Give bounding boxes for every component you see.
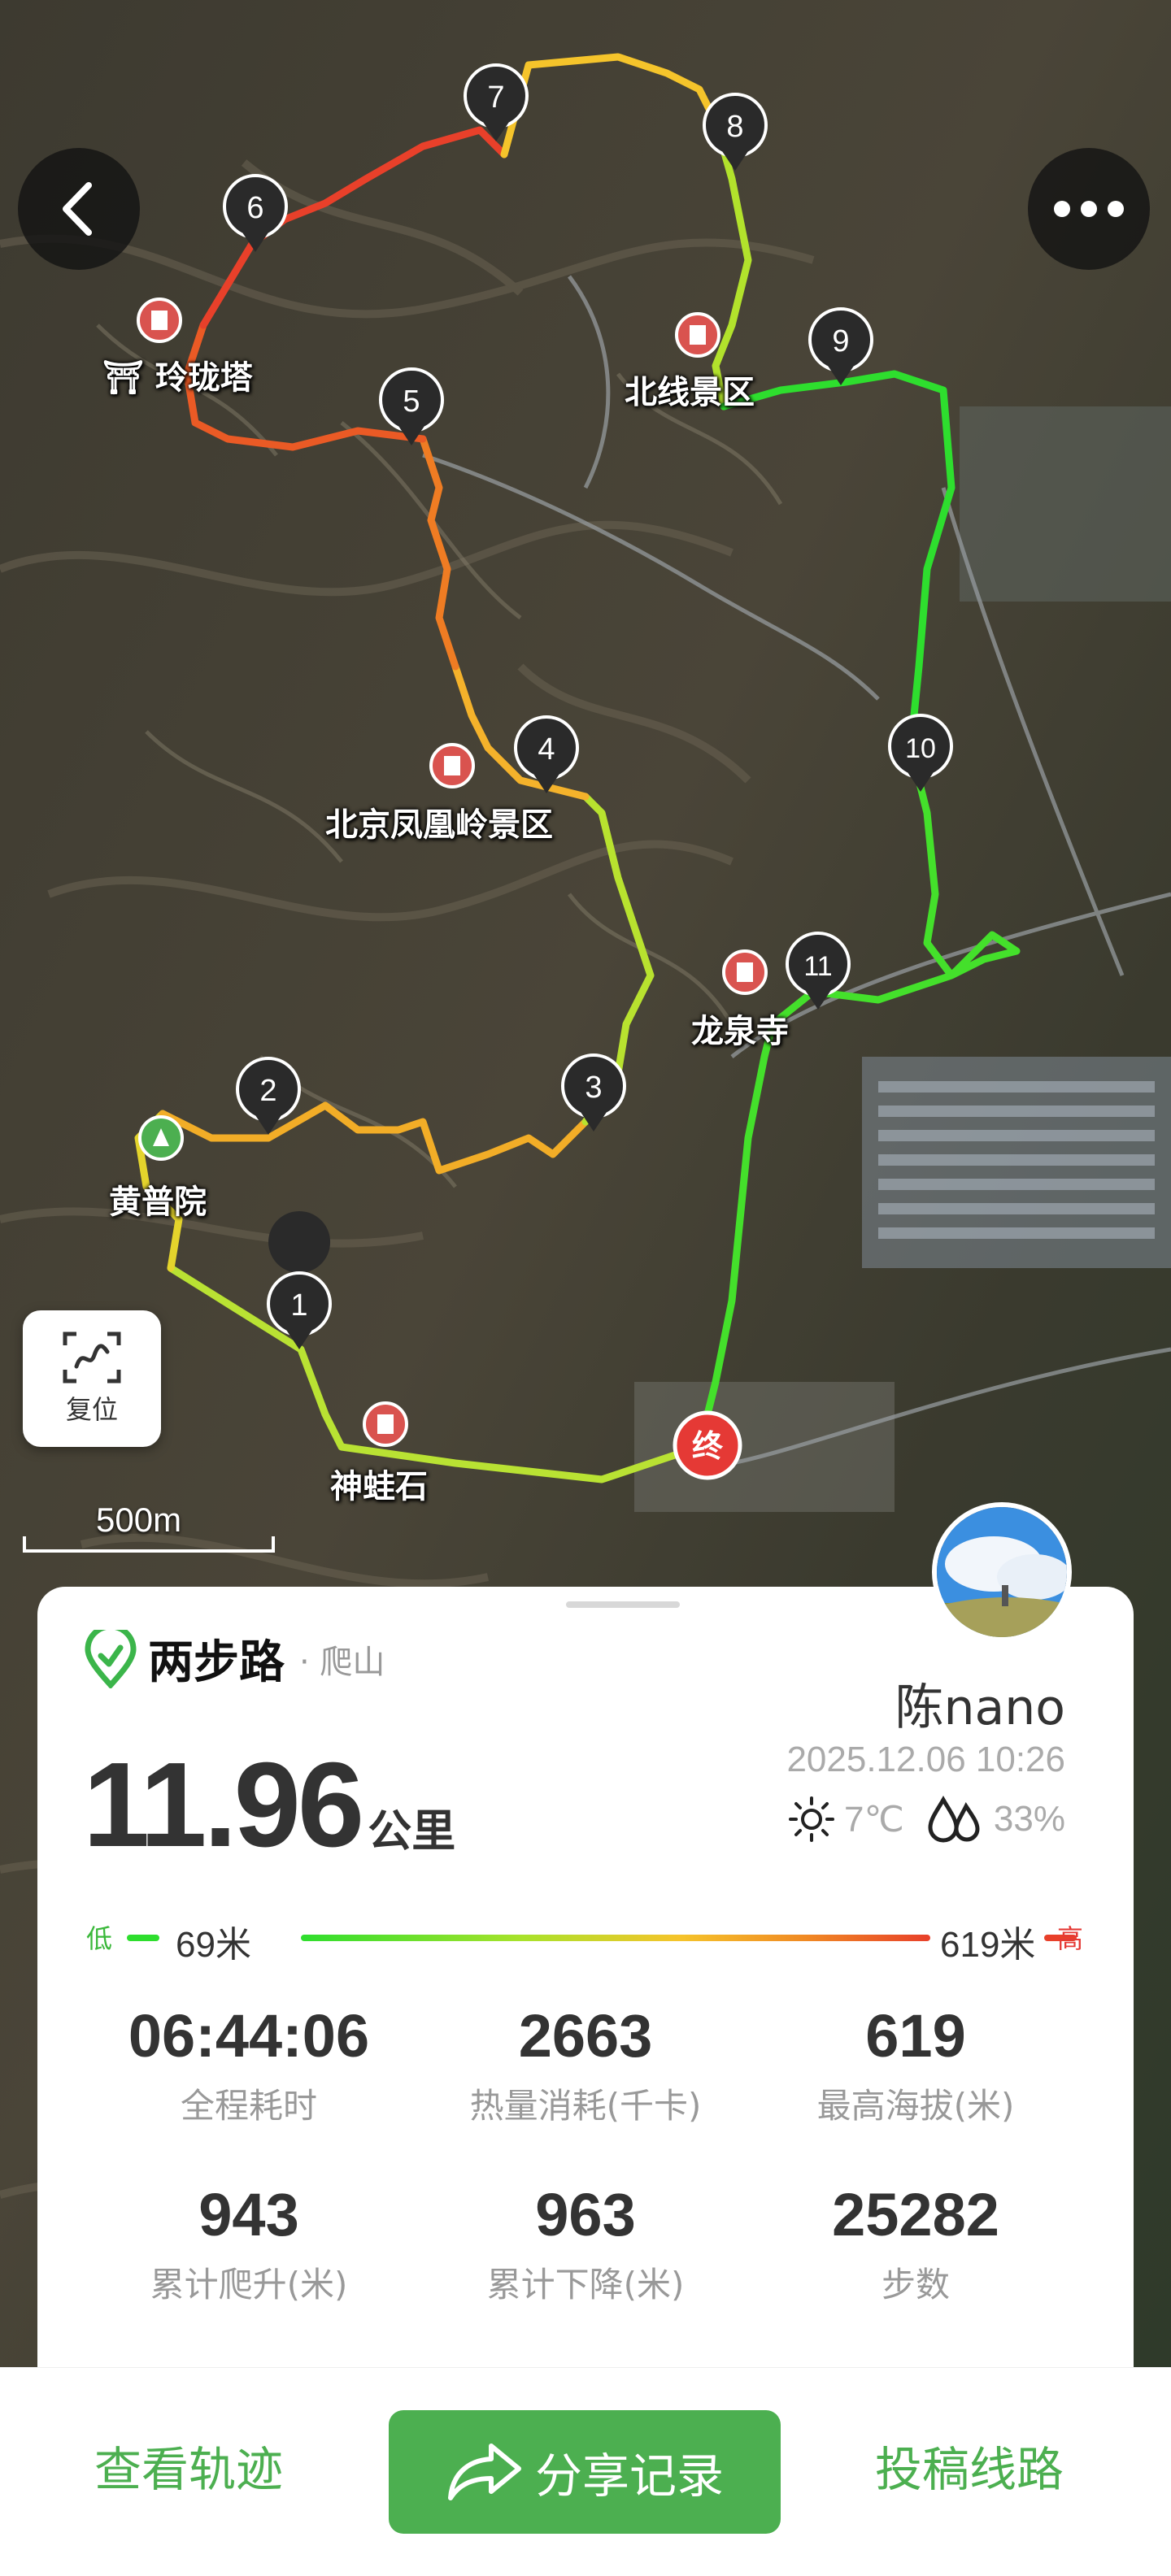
km-marker[interactable]: 7 [464,63,529,141]
km-marker-label: 10 [905,733,936,764]
scale-bar [23,1536,275,1553]
avatar-image [937,1507,1067,1637]
bottom-action-bar: 查看轨迹 分享记录 投稿线路 [0,2367,1171,2576]
stat-value: 2663 [518,2002,653,2070]
elevation-max: 619米 [940,1925,1036,1965]
stat-label: 热量消耗(千卡) [469,2086,702,2126]
km-marker[interactable]: 2 [236,1057,301,1135]
view-track-button[interactable]: 查看轨迹 [94,2431,283,2500]
more-button[interactable] [1028,148,1150,270]
distance-unit: 公里 [368,1805,456,1857]
km-marker[interactable]: 10 [888,714,953,792]
weather: 7℃ 33% [787,1795,1065,1844]
scale-label: 500m [96,1501,182,1539]
humidity: 33% [993,1799,1065,1839]
activity-datetime: 2025.12.06 10:26 [786,1740,1065,1779]
km-marker-label: 9 [832,324,849,358]
stat-steps: 25282 步数 [745,2180,1086,2307]
km-marker-label: 5 [403,384,420,419]
stat-label: 步数 [881,2265,950,2304]
stat-label: 累计下降(米) [486,2265,685,2304]
stat-max-altitude: 619 最高海拔(米) [745,2001,1086,2128]
km-marker-label: 3 [585,1071,602,1105]
km-marker-label: 8 [726,110,743,144]
stat-value: 25282 [832,2181,999,2248]
more-dots-icon [1054,201,1124,217]
km-marker-label: 6 [246,191,263,225]
share-record-label: 分享记录 [534,2448,724,2504]
stat-value: 06:44:06 [128,2002,370,2070]
km-marker[interactable]: 1 [267,1210,332,1349]
km-marker[interactable]: 11 [786,932,851,1010]
end-marker[interactable]: 终 [673,1410,742,1480]
elevation-high-label: 高 [1056,1923,1083,1954]
track-reset-icon [63,1331,121,1384]
stat-total-ascent: 943 累计爬升(米) [78,2180,420,2307]
stat-label: 累计爬升(米) [150,2265,348,2304]
km-marker-label: 4 [538,732,555,767]
elevation-min: 69米 [176,1925,251,1965]
map-scale: 500m [23,1501,275,1553]
brand-logo-icon [85,1629,137,1688]
reset-label: 复位 [65,1394,118,1425]
brand: 两步路 · 爬山 [85,1626,385,1692]
km-marker-label: 1 [290,1288,307,1323]
km-marker[interactable]: 4 [514,715,579,793]
username[interactable]: 陈nano [895,1668,1065,1739]
activity-type: · 爬山 [299,1643,385,1681]
chevron-left-icon [63,182,92,236]
activity-summary-card: 两步路 · 爬山 11.96 公里 陈nano 2025.12.06 10:26… [37,1502,1134,2367]
km-marker[interactable]: 9 [808,307,873,385]
stat-label: 最高海拔(米) [816,2086,1015,2126]
km-marker-label: 7 [487,80,504,115]
low-color-swatch [127,1935,159,1941]
elevation-range: 低 69米 619米 高 [86,1915,1083,1965]
stat-value: 963 [535,2181,636,2248]
humidity-icon [928,1795,980,1843]
avatar[interactable] [932,1502,1072,1642]
km-marker-label: 2 [259,1074,276,1108]
stat-calories: 2663 热量消耗(千卡) [415,2001,756,2128]
share-record-button[interactable]: 分享记录 [389,2410,781,2534]
end-marker-label: 终 [692,1428,724,1464]
reset-view-button[interactable]: 复位 [23,1310,161,1447]
sun-icon [789,1796,835,1842]
stat-total-descent: 963 累计下降(米) [415,2180,756,2307]
temperature: 7℃ [844,1799,904,1840]
km-marker[interactable]: 5 [379,367,444,445]
elevation-gradient-bar [301,1935,930,1941]
distance: 11.96 公里 [83,1736,455,1874]
km-marker[interactable]: 8 [703,93,768,171]
share-arrow-icon [447,2444,521,2500]
stat-value: 619 [865,2002,966,2070]
stat-duration: 06:44:06 全程耗时 [78,2001,420,2128]
km-marker[interactable]: 3 [561,1053,626,1132]
back-button[interactable] [18,148,140,270]
km-marker-label: 11 [803,951,832,982]
submit-route-button[interactable]: 投稿线路 [875,2431,1064,2500]
distance-value: 11.96 [83,1738,364,1872]
elevation-low-label: 低 [86,1923,113,1954]
brand-name: 两步路 [148,1636,285,1689]
drag-handle[interactable] [566,1601,680,1608]
stat-label: 全程耗时 [180,2086,317,2126]
stat-value: 943 [198,2181,299,2248]
km-marker[interactable]: 6 [223,174,288,252]
